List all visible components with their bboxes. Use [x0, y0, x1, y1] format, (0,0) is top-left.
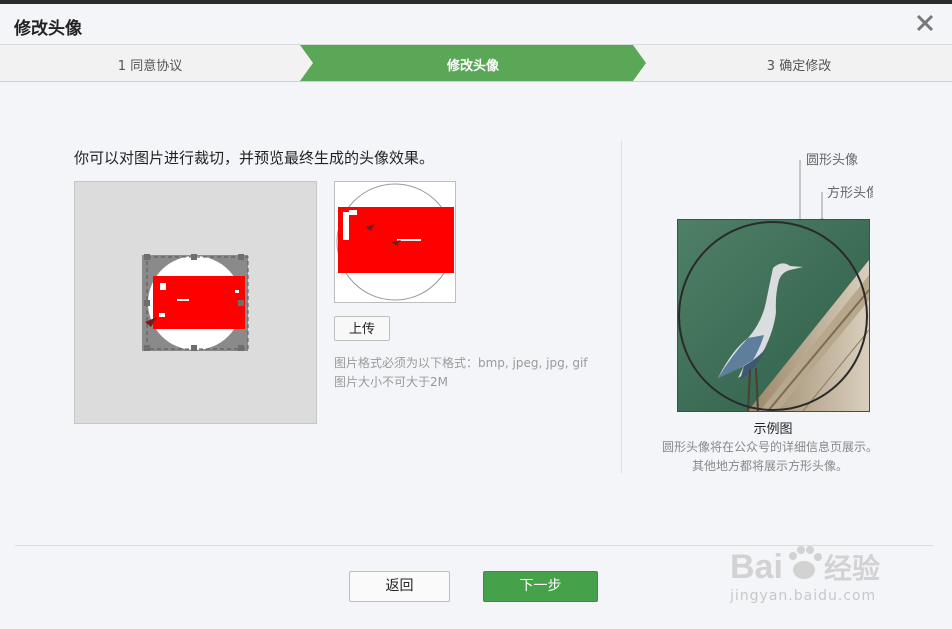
- example-description-round: 圆形头像将在公众号的详细信息页展示。: [661, 440, 878, 454]
- crop-selection-handles[interactable]: [75, 182, 316, 423]
- example-leader-lines: [798, 160, 824, 226]
- crop-canvas[interactable]: [74, 181, 317, 424]
- dialog-title: 修改头像: [14, 19, 82, 39]
- example-caption: 示例图: [753, 422, 793, 437]
- vertical-divider: [621, 141, 622, 473]
- watermark-brand-tail: 经验: [824, 552, 880, 585]
- paw-icon: [789, 546, 822, 579]
- example-description-square: 其他地方都将展示方形头像。: [691, 459, 848, 473]
- avatar-preview: [334, 181, 456, 303]
- size-note: 图片大小不可大于2M: [334, 375, 448, 389]
- baidu-watermark: Bai 经验: [730, 546, 880, 586]
- watermark-url: jingyan.baidu.com: [730, 588, 877, 604]
- step-2-edit-avatar: 修改头像: [446, 59, 499, 74]
- upload-button[interactable]: 上传: [334, 316, 390, 341]
- close-icon[interactable]: [914, 12, 936, 34]
- step-1-agree: 1 同意协议: [117, 59, 183, 74]
- example-avatar-image: [677, 219, 870, 412]
- heron-photo: [678, 220, 869, 411]
- step-progress-bar: 1 同意协议 修改头像 3 确定修改: [0, 45, 952, 82]
- next-step-button[interactable]: 下一步: [483, 571, 598, 602]
- dialog-titlebar: 修改头像: [0, 4, 952, 45]
- format-note: 图片格式必须为以下格式：bmp, jpeg, jpg, gif: [334, 356, 588, 370]
- step-3-confirm: 3 确定修改: [766, 59, 832, 74]
- watermark-brand: Bai: [730, 548, 783, 586]
- crop-instruction: 你可以对图片进行裁切，并预览最终生成的头像效果。: [74, 149, 435, 167]
- back-button[interactable]: 返回: [349, 571, 450, 602]
- preview-image: [336, 183, 454, 301]
